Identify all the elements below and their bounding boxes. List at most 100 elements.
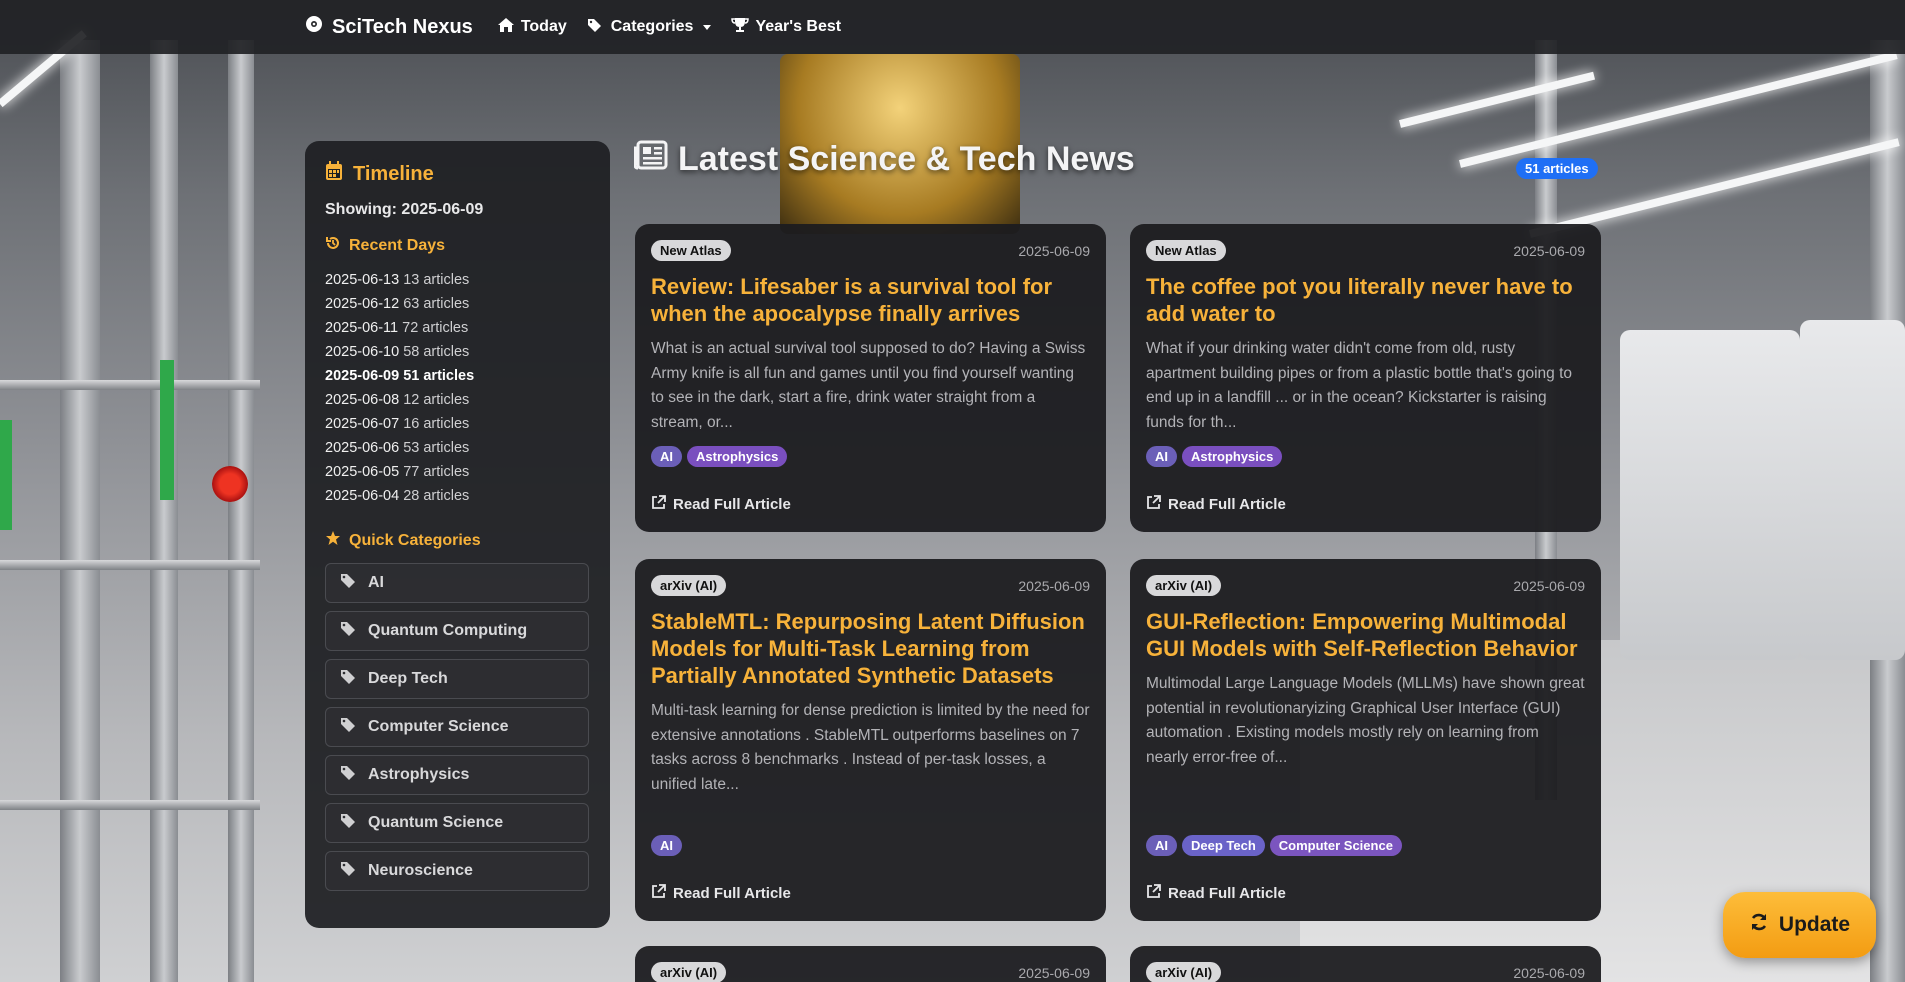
tag-list: AI Astrophysics: [1146, 446, 1283, 467]
day-link[interactable]: 2025-06-13 13 articles: [325, 268, 590, 292]
read-label: Read Full Article: [1168, 885, 1286, 902]
day-link[interactable]: 2025-06-11 72 articles: [325, 316, 590, 340]
atom-logo-icon: [304, 14, 324, 40]
day-link[interactable]: 2025-06-07 16 articles: [325, 412, 590, 436]
update-label: Update: [1778, 913, 1851, 936]
tag-badge[interactable]: AI: [1146, 835, 1177, 856]
brand-name: SciTech Nexus: [332, 15, 473, 38]
tag-icon: [340, 861, 356, 882]
nav-categories-dropdown[interactable]: Categories: [587, 17, 712, 38]
external-link-icon: [1146, 884, 1161, 903]
tag-badge[interactable]: AI: [651, 835, 682, 856]
article-date: 2025-06-09: [1018, 242, 1090, 259]
tags-icon: [587, 17, 605, 38]
quick-categories-label: Quick Categories: [349, 531, 481, 549]
trophy-icon: [731, 17, 750, 38]
day-count: 12 articles: [403, 392, 470, 408]
external-link-icon: [651, 884, 666, 903]
calendar-icon: [325, 161, 343, 187]
recent-days-heading: Recent Days: [325, 235, 590, 256]
nav-today[interactable]: Today: [497, 17, 567, 38]
article-count-badge: 51 articles: [1516, 158, 1598, 179]
tag-badge[interactable]: AI: [651, 446, 682, 467]
day-link[interactable]: 2025-06-08 12 articles: [325, 388, 590, 412]
day-date: 2025-06-13: [325, 272, 400, 288]
history-icon: [325, 235, 341, 256]
category-button-ai[interactable]: AI: [325, 563, 589, 603]
home-icon: [497, 17, 515, 38]
read-label: Read Full Article: [673, 496, 791, 513]
day-link[interactable]: 2025-06-05 77 articles: [325, 460, 590, 484]
source-badge: arXiv (AI): [1146, 575, 1222, 596]
read-full-article-link[interactable]: Read Full Article: [651, 495, 791, 514]
category-label: AI: [368, 574, 384, 591]
tag-badge[interactable]: Deep Tech: [1182, 835, 1265, 856]
day-date: 2025-06-08: [325, 392, 400, 408]
external-link-icon: [651, 495, 666, 514]
quick-categories-heading: Quick Categories: [325, 530, 590, 551]
day-date: 2025-06-10: [325, 344, 400, 360]
article-date: 2025-06-09: [1513, 964, 1585, 981]
category-button-deep-tech[interactable]: Deep Tech: [325, 659, 589, 699]
external-link-icon: [1146, 495, 1161, 514]
update-button[interactable]: Update: [1723, 892, 1876, 958]
nav-years-best-label: Year's Best: [755, 18, 842, 35]
article-card: arXiv (AI) 2025-06-09 StableMTL: Repurpo…: [635, 559, 1106, 921]
article-date: 2025-06-09: [1513, 577, 1585, 594]
tag-list: AI: [651, 835, 682, 856]
article-excerpt: Multi-task learning for dense prediction…: [651, 702, 1090, 793]
article-excerpt: What if your drinking water didn't come …: [1146, 340, 1573, 431]
category-label: Deep Tech: [368, 670, 448, 687]
category-list: AI Quantum Computing Deep Tech Computer …: [325, 563, 590, 891]
day-date: 2025-06-06: [325, 440, 400, 456]
day-count: 16 articles: [403, 416, 470, 432]
day-link[interactable]: 2025-06-06 53 articles: [325, 436, 590, 460]
article-title[interactable]: Review: Lifesaber is a survival tool for…: [651, 273, 1090, 327]
article-title[interactable]: GUI-Reflection: Empowering Multimodal GU…: [1146, 608, 1585, 662]
day-count: 77 articles: [403, 464, 470, 480]
category-button-quantum-science[interactable]: Quantum Science: [325, 803, 589, 843]
day-link[interactable]: 2025-06-10 58 articles: [325, 340, 590, 364]
category-button-neuroscience[interactable]: Neuroscience: [325, 851, 589, 891]
article-title[interactable]: StableMTL: Repurposing Latent Diffusion …: [651, 608, 1090, 689]
day-link[interactable]: 2025-06-12 63 articles: [325, 292, 590, 316]
source-badge: New Atlas: [1146, 240, 1226, 261]
read-full-article-link[interactable]: Read Full Article: [1146, 884, 1286, 903]
category-button-quantum-computing[interactable]: Quantum Computing: [325, 611, 589, 651]
article-date: 2025-06-09: [1018, 577, 1090, 594]
source-badge: arXiv (AI): [1146, 962, 1222, 982]
day-count: 72 articles: [402, 320, 469, 336]
tag-icon: [340, 669, 356, 690]
day-link-active[interactable]: 2025-06-09 51 articles: [325, 364, 590, 388]
tag-badge[interactable]: AI: [1146, 446, 1177, 467]
tag-icon: [340, 621, 356, 642]
read-label: Read Full Article: [673, 885, 791, 902]
day-count: 53 articles: [403, 440, 470, 456]
article-date: 2025-06-09: [1018, 964, 1090, 981]
tag-badge[interactable]: Computer Science: [1269, 835, 1402, 856]
tag-list: AI Deep Tech Computer Science: [1146, 835, 1402, 856]
brand-link[interactable]: SciTech Nexus: [304, 14, 473, 40]
nav-years-best[interactable]: Year's Best: [731, 17, 841, 38]
day-date: 2025-06-04: [325, 488, 400, 504]
category-label: Astrophysics: [368, 766, 470, 783]
article-card: arXiv (AI) 2025-06-09: [635, 946, 1106, 982]
article-excerpt: What is an actual survival tool supposed…: [651, 340, 1086, 431]
source-badge: New Atlas: [651, 240, 731, 261]
tag-badge[interactable]: Astrophysics: [1182, 446, 1283, 467]
timeline-sidebar: Timeline Showing: 2025-06-09 Recent Days…: [305, 141, 610, 928]
recent-days-label: Recent Days: [349, 236, 446, 254]
chevron-down-icon: [703, 24, 712, 30]
newspaper-icon: [634, 140, 668, 179]
category-button-computer-science[interactable]: Computer Science: [325, 707, 589, 747]
day-count: 13 articles: [403, 272, 470, 288]
category-button-astrophysics[interactable]: Astrophysics: [325, 755, 589, 795]
tag-badge[interactable]: Astrophysics: [687, 446, 788, 467]
article-card: arXiv (AI) 2025-06-09: [1130, 946, 1601, 982]
read-full-article-link[interactable]: Read Full Article: [651, 884, 791, 903]
article-title[interactable]: The coffee pot you literally never have …: [1146, 273, 1585, 327]
day-count: 51 articles: [403, 368, 475, 384]
day-link[interactable]: 2025-06-04 28 articles: [325, 484, 590, 508]
day-date: 2025-06-12: [325, 296, 400, 312]
read-full-article-link[interactable]: Read Full Article: [1146, 495, 1286, 514]
